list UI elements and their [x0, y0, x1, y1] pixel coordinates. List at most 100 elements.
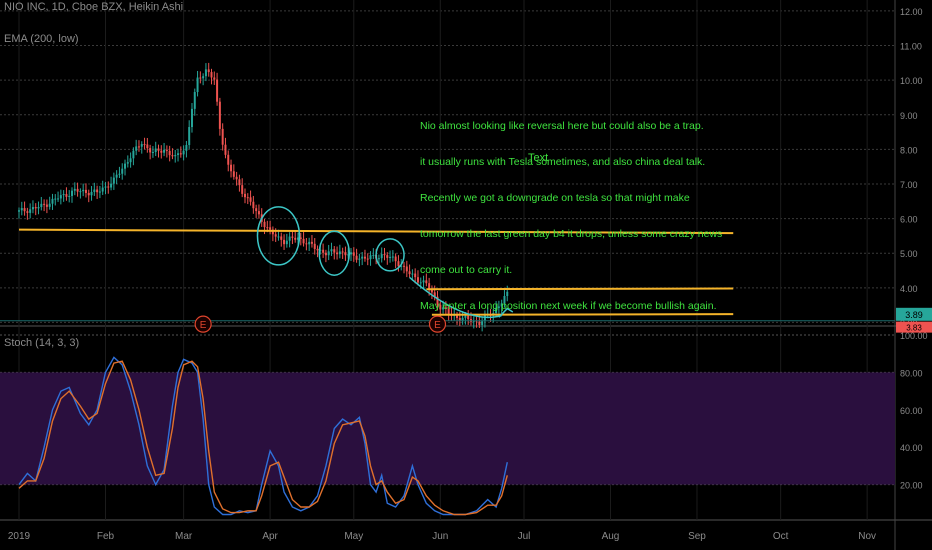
candle-up [124, 163, 127, 169]
candle-up [193, 92, 196, 109]
candle-down [84, 189, 87, 193]
candle-down [210, 72, 213, 78]
candle-down [397, 261, 400, 267]
annotation-line: come out to carry it. [420, 264, 513, 276]
candle-up [288, 236, 291, 241]
candle-up [391, 256, 394, 258]
ema-label: EMA (200, low) [4, 33, 79, 45]
candle-down [65, 194, 68, 197]
candle-down [171, 155, 174, 157]
candle-up [48, 203, 51, 207]
candle-up [79, 191, 82, 193]
candle-down [416, 277, 419, 283]
candle-up [196, 77, 199, 93]
candle-down [221, 128, 224, 145]
candle-down [257, 211, 260, 215]
candle-down [355, 255, 358, 260]
candle-down [322, 249, 325, 253]
candle-up [68, 195, 71, 197]
candle-down [207, 69, 210, 73]
candle-up [285, 240, 288, 245]
candle-up [327, 251, 330, 256]
candle-down [160, 150, 163, 153]
time-tick-label: Feb [97, 531, 115, 542]
candle-up [104, 186, 107, 188]
candle-down [249, 197, 252, 202]
annotation-text[interactable]: Nio almost looking like reversal here bu… [420, 96, 722, 324]
candle-down [305, 243, 308, 245]
candle-down [149, 148, 152, 153]
price-tick-label: 4.00 [900, 284, 918, 294]
candle-down [76, 188, 79, 192]
candle-up [20, 208, 23, 211]
time-tick-label: Apr [262, 531, 278, 542]
candle-down [241, 185, 244, 194]
candle-up [54, 198, 57, 200]
candle-down [341, 251, 344, 253]
candle-up [330, 249, 333, 252]
candle-down [230, 164, 233, 172]
candle-up [163, 149, 166, 153]
stoch-tick-label: 80.00 [900, 368, 923, 378]
candle-down [34, 207, 37, 209]
candle-down [43, 203, 46, 205]
stoch-band-fill [0, 372, 895, 485]
candle-down [363, 256, 366, 259]
candle-down [294, 237, 297, 240]
candle-down [255, 208, 258, 212]
candle-up [59, 195, 62, 199]
time-tick-label: Sep [688, 531, 706, 542]
candle-up [389, 256, 392, 258]
candle-up [112, 177, 115, 184]
candle-up [98, 191, 101, 193]
candle-down [263, 221, 266, 228]
price-tick-label: 11.00 [900, 42, 922, 52]
candle-down [405, 266, 408, 272]
annotation-line: it usually runs with Tesla sometimes, an… [420, 156, 706, 168]
candle-down [394, 256, 397, 262]
low-price-badge-label: 3.83 [906, 324, 922, 333]
candle-up [51, 198, 54, 204]
candle-up [377, 258, 380, 260]
candle-down [386, 255, 389, 258]
candle-down [269, 227, 272, 230]
stoch-tick-label: 60.00 [900, 406, 923, 416]
candle-up [372, 254, 375, 256]
candle-up [135, 146, 138, 151]
candle-up [115, 174, 118, 178]
candle-up [37, 207, 40, 209]
candle-down [224, 144, 227, 155]
candle-up [140, 144, 143, 147]
candle-down [143, 144, 146, 146]
candle-up [188, 127, 191, 145]
candle-down [26, 211, 29, 213]
time-tick-label: Oct [773, 531, 789, 542]
candle-up [350, 252, 353, 255]
candle-down [366, 258, 369, 260]
candle-down [383, 254, 386, 256]
stoch-tick-label: 20.00 [900, 481, 923, 491]
candle-down [403, 265, 406, 267]
candle-up [204, 69, 207, 77]
text-tool-label[interactable]: Text [528, 152, 548, 164]
candle-down [232, 171, 235, 177]
candle-down [408, 271, 411, 275]
price-tick-label: 12.00 [900, 7, 923, 17]
candle-down [243, 193, 246, 198]
candle-down [313, 243, 316, 249]
candle-down [179, 153, 182, 155]
candle-down [414, 273, 417, 278]
candle-up [380, 254, 383, 259]
candle-down [283, 239, 286, 245]
candle-down [352, 252, 355, 256]
candle-down [87, 192, 90, 196]
candle-down [238, 179, 241, 186]
time-tick-label: Aug [602, 531, 620, 542]
candle-up [174, 154, 177, 157]
candle-up [338, 251, 341, 255]
candle-up [93, 189, 96, 192]
candle-up [132, 150, 135, 159]
candle-down [274, 234, 277, 237]
candle-down [324, 252, 327, 256]
candle-down [216, 79, 219, 102]
